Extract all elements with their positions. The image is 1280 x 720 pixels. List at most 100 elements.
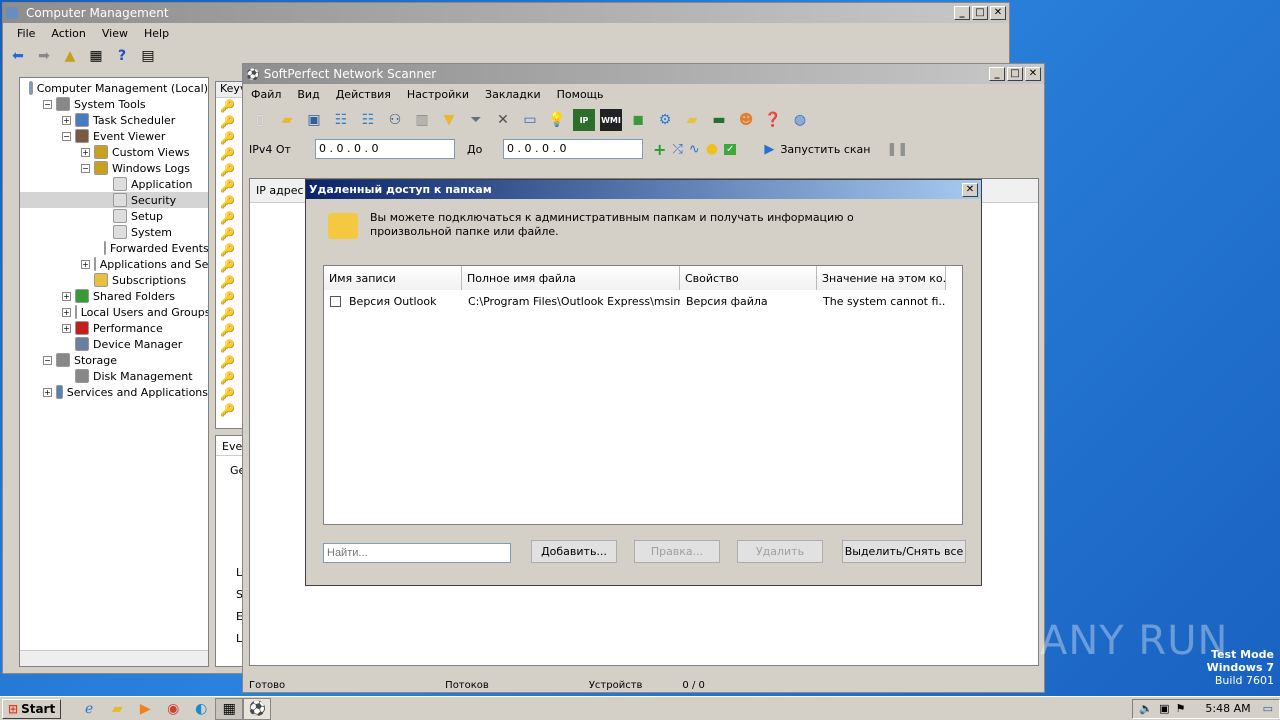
tree-item[interactable]: + Applications and Servi [20, 256, 208, 272]
tree-item[interactable]: − Storage [20, 352, 208, 368]
col-value[interactable]: Значение на этом ко... [817, 266, 946, 290]
ns-menu-actions[interactable]: Действия [328, 88, 399, 101]
col-property[interactable]: Свойство [680, 266, 817, 290]
collapse-icon[interactable]: − [81, 163, 90, 173]
volume-icon[interactable]: 🔈 [1139, 702, 1153, 715]
tree-item[interactable]: + Services and Applications [20, 384, 208, 400]
ns-menu-bookmarks[interactable]: Закладки [477, 88, 549, 101]
windows-icon[interactable]: ◼ [627, 109, 649, 131]
show-desktop-icon[interactable]: ▭ [1263, 702, 1273, 715]
maximize-button[interactable]: □ [972, 6, 988, 20]
collapse-icon[interactable]: − [43, 99, 52, 109]
filter-icon[interactable]: ⏷ [465, 109, 487, 131]
tree-item[interactable]: Security [20, 192, 208, 208]
table-row[interactable]: Версия Outlook C:\Program Files\Outlook … [324, 292, 962, 310]
shuffle-icon[interactable]: ⤮ [672, 142, 682, 157]
tree-item[interactable]: Device Manager [20, 336, 208, 352]
expand-icon[interactable]: + [62, 115, 71, 125]
expand-icon[interactable]: + [81, 147, 90, 157]
dialog-title-bar[interactable]: Удаленный доступ к папкам ✕ [306, 180, 981, 199]
chrome-icon[interactable]: ◉ [159, 698, 187, 720]
ie-icon[interactable]: ℯ [75, 698, 103, 720]
shared-folder-icon[interactable]: ▰ [681, 109, 703, 131]
delete-button[interactable]: Удалить [737, 540, 823, 563]
tree-collapse-icon[interactable]: ☷ [357, 109, 379, 131]
select-all-button[interactable]: Выделить/Снять все [842, 540, 966, 563]
ns-menu-settings[interactable]: Настройки [399, 88, 477, 101]
collapse-icon[interactable]: − [43, 355, 52, 365]
ip-to-input[interactable]: 0 . 0 . 0 . 0 [503, 139, 643, 159]
folder-filter-icon[interactable]: ▼ [438, 109, 460, 131]
collapse-icon[interactable]: − [62, 131, 71, 141]
tree-item[interactable]: Application [20, 176, 208, 192]
check-icon[interactable]: ✓ [723, 143, 737, 155]
ip-icon[interactable]: IP [573, 109, 595, 131]
ns-title-bar[interactable]: ⚽ SoftPerfect Network Scanner _ □ ✕ [243, 64, 1044, 84]
add-range-icon[interactable]: + [653, 140, 666, 159]
tree-item[interactable]: − System Tools [20, 96, 208, 112]
save-icon[interactable]: ▣ [303, 109, 325, 131]
tree-item[interactable]: Subscriptions [20, 272, 208, 288]
ns-minimize-button[interactable]: _ [989, 67, 1005, 81]
ip-from-input[interactable]: 0 . 0 . 0 . 0 [315, 139, 455, 159]
tree-item[interactable]: − Event Viewer [20, 128, 208, 144]
expand-icon[interactable]: + [43, 387, 52, 397]
open-folder-icon[interactable]: ▰ [276, 109, 298, 131]
play-icon[interactable]: ▶ [764, 142, 774, 157]
back-arrow-icon[interactable]: ⬅ [7, 45, 29, 67]
tree-item[interactable]: + Local Users and Groups [20, 304, 208, 320]
tree-item[interactable]: + Shared Folders [20, 288, 208, 304]
new-file-icon[interactable]: ▯ [249, 109, 271, 131]
minimize-button[interactable]: _ [954, 6, 970, 20]
search-input[interactable] [323, 543, 511, 563]
ns-close-button[interactable]: ✕ [1025, 67, 1041, 81]
tree-item[interactable]: Disk Management [20, 368, 208, 384]
network-monitor-icon[interactable]: ▬ [708, 109, 730, 131]
help-circle-icon[interactable]: ❓ [762, 109, 784, 131]
up-folder-icon[interactable]: ▲ [59, 45, 81, 67]
cm-title-bar[interactable]: Computer Management _ □ ✕ [3, 3, 1009, 23]
explorer-icon[interactable]: ▰ [103, 698, 131, 720]
help-icon[interactable]: ? [111, 45, 133, 67]
tree-item[interactable]: − Windows Logs [20, 160, 208, 176]
ns-menu-view[interactable]: Вид [289, 88, 327, 101]
wmi-icon[interactable]: WMI [600, 109, 622, 131]
tree-item[interactable]: + Performance [20, 320, 208, 336]
ns-menu-help[interactable]: Помощь [549, 88, 612, 101]
users-icon[interactable]: ☻ [735, 109, 757, 131]
gear-icon[interactable]: ⚙ [654, 109, 676, 131]
tools-icon[interactable]: ✕ [492, 109, 514, 131]
flag-icon[interactable]: ⚑ [1176, 702, 1186, 715]
network-icon[interactable]: ▣ [1159, 702, 1169, 715]
row-checkbox[interactable] [330, 295, 341, 307]
binoculars-icon[interactable]: ⚇ [384, 109, 406, 131]
menu-view[interactable]: View [94, 27, 136, 40]
globe-icon[interactable]: ◍ [789, 109, 811, 131]
ns-maximize-button[interactable]: □ [1007, 67, 1023, 81]
add-button[interactable]: Добавить... [531, 540, 617, 563]
tree-item[interactable]: Setup [20, 208, 208, 224]
properties-icon[interactable]: ▤ [137, 45, 159, 67]
network-scanner-task-icon[interactable]: ⚽ [243, 697, 272, 720]
edge-icon[interactable]: ◐ [187, 698, 215, 720]
monitor-icon[interactable]: ▭ [519, 109, 541, 131]
tree-item[interactable]: Computer Management (Local) [20, 80, 208, 96]
menu-file[interactable]: File [9, 27, 43, 40]
menu-help[interactable]: Help [136, 27, 177, 40]
tree-item[interactable]: Forwarded Events [20, 240, 208, 256]
col-full-path[interactable]: Полное имя файла [462, 266, 680, 290]
wave-icon[interactable]: ∿ [689, 142, 700, 157]
media-player-icon[interactable]: ▶ [131, 698, 159, 720]
col-entry-name[interactable]: Имя записи [324, 266, 462, 290]
clock[interactable]: 5:48 AM [1205, 702, 1250, 715]
tree-item[interactable]: + Task Scheduler [20, 112, 208, 128]
computer-management-task-icon[interactable]: ▦ [215, 697, 244, 720]
expand-icon[interactable]: + [62, 323, 71, 333]
tree-expand-icon[interactable]: ☷ [330, 109, 352, 131]
start-scan-button[interactable]: Запустить скан [780, 143, 870, 156]
ns-menu-file[interactable]: Файл [243, 88, 289, 101]
tree-item[interactable]: + Custom Views [20, 144, 208, 160]
tree-hscrollbar[interactable] [20, 650, 208, 666]
expand-icon[interactable]: + [81, 259, 90, 269]
expand-icon[interactable]: + [62, 307, 71, 317]
